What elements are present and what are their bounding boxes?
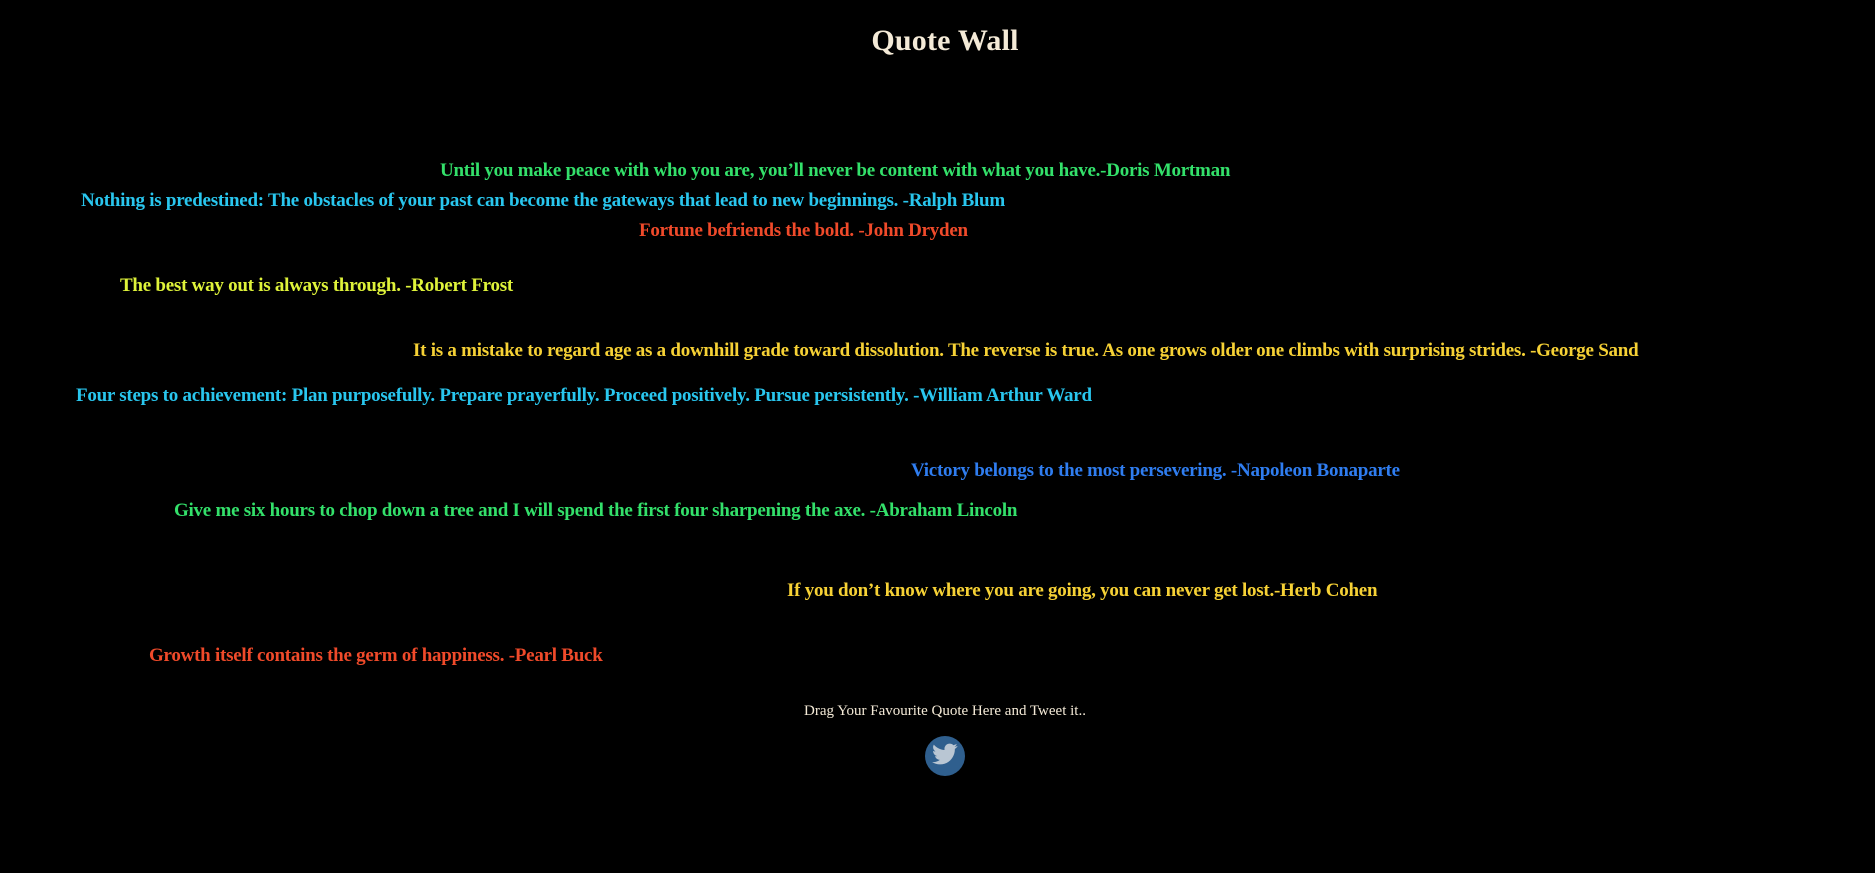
quote-item[interactable]: Give me six hours to chop down a tree an… bbox=[174, 500, 1017, 522]
quote-item[interactable]: Nothing is predestined: The obstacles of… bbox=[81, 190, 1005, 212]
quote-item[interactable]: Victory belongs to the most persevering.… bbox=[911, 460, 1400, 482]
page-title: Quote Wall bbox=[871, 24, 1019, 57]
quote-item[interactable]: Until you make peace with who you are, y… bbox=[440, 160, 1230, 182]
quote-item[interactable]: It is a mistake to regard age as a downh… bbox=[413, 340, 1639, 362]
quote-item[interactable]: Fortune befriends the bold. -John Dryden bbox=[639, 220, 968, 242]
dropzone-label: Drag Your Favourite Quote Here and Tweet… bbox=[804, 703, 1086, 719]
quote-item[interactable]: If you don’t know where you are going, y… bbox=[787, 580, 1378, 602]
tweet-dropzone[interactable]: Drag Your Favourite Quote Here and Tweet… bbox=[0, 700, 1875, 720]
quote-item[interactable]: Four steps to achievement: Plan purposef… bbox=[76, 385, 1092, 407]
quote-item[interactable]: The best way out is always through. -Rob… bbox=[120, 275, 513, 297]
quote-item[interactable]: Growth itself contains the germ of happi… bbox=[149, 645, 603, 667]
twitter-icon bbox=[932, 741, 958, 771]
tweet-button[interactable] bbox=[925, 736, 965, 776]
